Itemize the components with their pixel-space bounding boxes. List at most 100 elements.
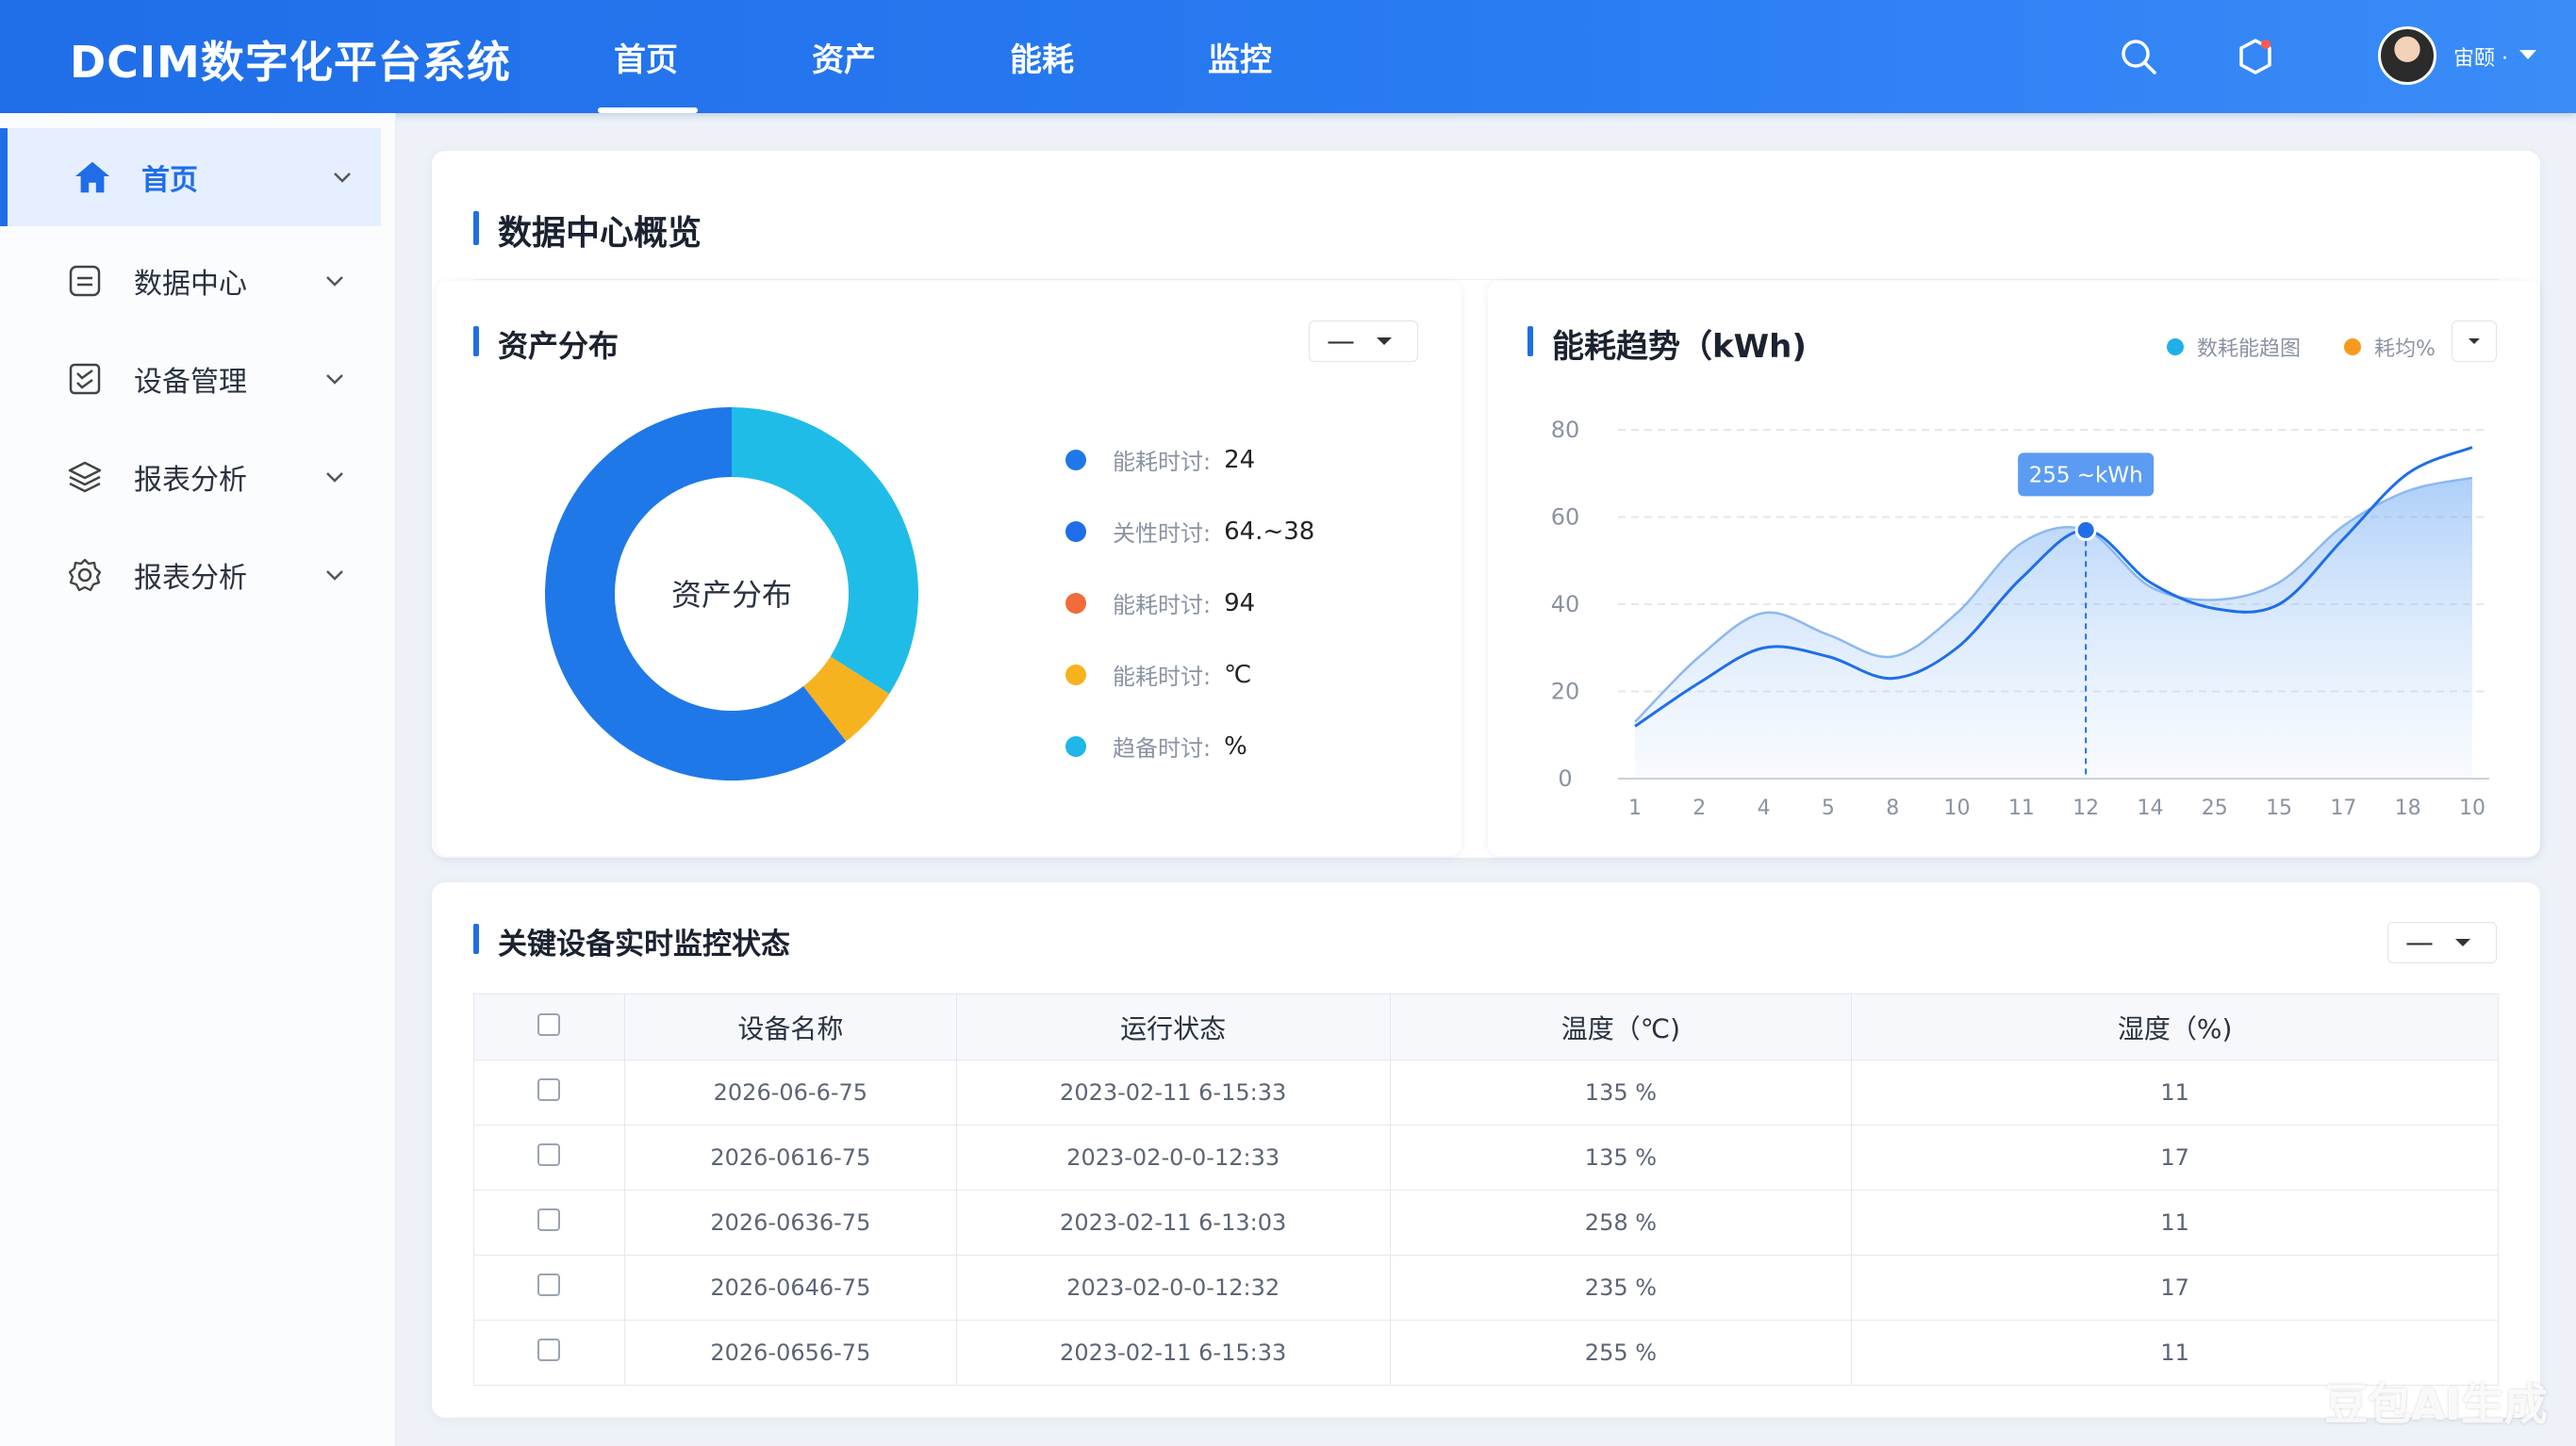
row-select-cell	[473, 1255, 625, 1321]
table-row[interactable]: 2026-0616-75 2023-02-0-0-12:33 135 % 17	[473, 1125, 2499, 1191]
search-icon[interactable]	[2114, 32, 2163, 81]
nav-tab-home[interactable]: 首页	[594, 0, 792, 113]
monitor-card-title: 关键设备实时监控状态	[498, 928, 790, 961]
sidebar-item-label: 数据中心	[134, 268, 247, 301]
legend-dot-icon	[1065, 449, 1086, 470]
table-row[interactable]: 2026-0656-75 2023-02-11 6-15:33 255 % 11	[473, 1320, 2499, 1386]
energy-filter-select[interactable]	[2452, 320, 2497, 362]
legend-dot-icon	[2344, 338, 2361, 355]
row-checkbox[interactable]	[537, 1143, 561, 1166]
x-tick-label: 14	[2137, 797, 2163, 820]
row-select-cell	[473, 1125, 625, 1191]
humidity-cell: 17	[1851, 1255, 2499, 1321]
table-row[interactable]: 2026-06-6-75 2023-02-11 6-15:33 135 % 11	[473, 1060, 2499, 1126]
legend-dot-icon	[2167, 338, 2184, 355]
avatar[interactable]	[2378, 26, 2436, 85]
sidebar-item-settings[interactable]: 报表分析	[0, 526, 381, 624]
settings-icon	[66, 556, 104, 594]
status-cell: 2023-02-0-0-12:33	[955, 1125, 1391, 1191]
column-header[interactable]: 设备名称	[623, 994, 957, 1060]
x-tick-label: 10	[2459, 797, 2485, 820]
row-checkbox[interactable]	[537, 1078, 561, 1101]
x-tick-label: 2	[1693, 797, 1706, 820]
title-accent-bar	[473, 924, 479, 954]
monitor-filter-select[interactable]: —	[2387, 922, 2497, 963]
temperature-cell: 258 %	[1389, 1190, 1853, 1256]
chevron-down-icon	[326, 374, 343, 385]
sidebar-item-device[interactable]: 设备管理	[0, 330, 381, 428]
asset-card-title: 资产分布	[498, 328, 619, 364]
main-nav: 首页 资产 能耗 监控	[594, 0, 1386, 113]
datacenter-icon	[66, 262, 104, 300]
sidebar-item-datacenter[interactable]: 数据中心	[0, 232, 381, 330]
user-name[interactable]: 宙颐 ·	[2453, 41, 2508, 72]
legend-dot-icon	[1065, 520, 1086, 542]
device-name-cell: 2026-0646-75	[623, 1255, 957, 1321]
x-tick-label: 4	[1758, 797, 1771, 820]
donut-center-label: 资产分布	[670, 577, 792, 613]
x-tick-label: 25	[2202, 797, 2228, 820]
tooltip-text: 255 ~kWh	[2029, 463, 2143, 487]
device-name-cell: 2026-0616-75	[623, 1125, 957, 1191]
legend-label: 能耗时讨:	[1113, 449, 1212, 475]
legend-item: 关性时讨: 64.~38	[1065, 515, 1314, 548]
watermark: 豆包AI生成	[2324, 1379, 2548, 1430]
notification-icon[interactable]	[2231, 32, 2280, 81]
legend-label: 数耗能趋图	[2197, 337, 2302, 361]
sidebar-item-label: 报表分析	[134, 562, 247, 595]
nav-tab-energy[interactable]: 能耗	[990, 0, 1188, 113]
highlight-point[interactable]	[2074, 518, 2097, 541]
device-icon	[66, 360, 104, 398]
legend-item: 能耗时讨: 94	[1065, 586, 1255, 619]
sidebar-item-label: 设备管理	[134, 366, 247, 399]
home-icon	[74, 158, 111, 196]
legend-value: 94	[1224, 588, 1256, 617]
temperature-cell: 235 %	[1389, 1255, 1853, 1321]
energy-trend-chart: 0204060801 2 4 5 8 10 11 12 14 25 15 17 18 10255 ~kWh	[1551, 417, 2489, 820]
row-checkbox[interactable]	[537, 1208, 561, 1231]
table-row[interactable]: 2026-0636-75 2023-02-11 6-13:03 258 % 11	[473, 1190, 2499, 1256]
legend-item: 能耗时讨: 24	[1065, 443, 1255, 476]
select-all-checkbox[interactable]	[537, 1013, 561, 1036]
status-cell: 2023-02-11 6-15:33	[955, 1320, 1391, 1386]
energy-legend-item: 耗均%	[2344, 332, 2436, 362]
donut-slice	[732, 407, 919, 695]
x-tick-label: 5	[1822, 797, 1835, 820]
nav-tab-assets[interactable]: 资产	[792, 0, 990, 113]
sidebar-item-report[interactable]: 报表分析	[0, 428, 381, 526]
x-tick-label: 1	[1628, 797, 1642, 820]
title-accent-bar	[473, 211, 479, 245]
column-header[interactable]: 温度（℃)	[1389, 994, 1853, 1060]
sidebar-item-label: 报表分析	[134, 464, 247, 497]
row-checkbox[interactable]	[537, 1339, 561, 1361]
table-row[interactable]: 2026-0646-75 2023-02-0-0-12:32 235 % 17	[473, 1255, 2499, 1321]
legend-value: ℃	[1224, 660, 1252, 689]
status-cell: 2023-02-11 6-13:03	[955, 1190, 1391, 1256]
divider	[473, 279, 2499, 280]
legend-dot-icon	[1065, 735, 1086, 757]
row-select-cell	[473, 1320, 625, 1386]
x-tick-label: 12	[2072, 797, 2099, 820]
legend-label: 关性时讨:	[1113, 520, 1212, 547]
nav-tab-label: 能耗	[1010, 41, 1074, 79]
x-tick-label: 10	[1944, 797, 1971, 820]
select-value: —	[1327, 324, 1355, 358]
legend-item: 趋备时讨:%	[1065, 730, 1247, 763]
y-tick-label: 20	[1551, 679, 1580, 705]
row-checkbox[interactable]	[537, 1273, 561, 1296]
user-menu-caret-icon[interactable]	[2518, 47, 2538, 66]
row-select-cell	[473, 1060, 625, 1126]
status-cell: 2023-02-0-0-12:32	[955, 1255, 1391, 1321]
humidity-cell: 11	[1851, 1190, 2499, 1256]
energy-legend-item: 数耗能趋图	[2167, 332, 2301, 362]
legend-item: 能耗时讨: ℃	[1065, 658, 1251, 691]
legend-label: 耗均%	[2374, 337, 2436, 361]
asset-filter-select[interactable]: —	[1309, 320, 1418, 362]
humidity-cell: 17	[1851, 1125, 2499, 1191]
nav-tab-monitor[interactable]: 监控	[1188, 0, 1386, 113]
x-tick-label: 11	[2008, 797, 2035, 820]
x-tick-label: 18	[2395, 797, 2421, 820]
column-header[interactable]: 运行状态	[955, 994, 1391, 1060]
column-header[interactable]: 湿度（%)	[1851, 994, 2499, 1060]
sidebar-item-home[interactable]: 首页	[0, 128, 381, 226]
